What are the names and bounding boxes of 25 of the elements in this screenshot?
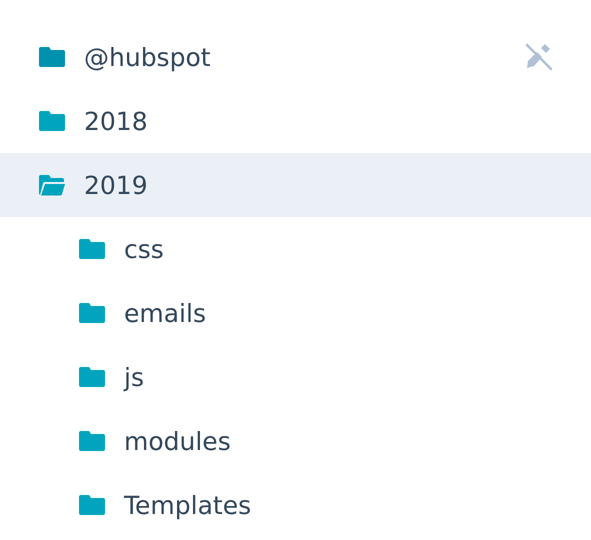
folder-icon — [78, 302, 106, 324]
folder-row[interactable]: @hubspot — [0, 25, 591, 89]
folder-row[interactable]: css — [0, 217, 591, 281]
folder-icon — [78, 494, 106, 516]
crossed-pencil-icon — [523, 41, 555, 73]
folder-row[interactable]: modules — [0, 409, 591, 473]
folder-name: css — [124, 234, 165, 264]
folder-row[interactable]: js — [0, 345, 591, 409]
folder-name: emails — [124, 298, 207, 328]
folder-name: @hubspot — [84, 42, 212, 72]
folder-icon — [78, 430, 106, 452]
folder-row[interactable]: Templates — [0, 473, 591, 537]
folder-row[interactable]: emails — [0, 281, 591, 345]
folder-row[interactable]: 2018 — [0, 89, 591, 153]
folder-name: 2018 — [84, 106, 149, 136]
folder-icon — [38, 46, 66, 68]
folder-name: js — [124, 362, 145, 392]
folder-icon — [78, 366, 106, 388]
open-folder-icon — [38, 174, 66, 196]
folder-name: 2019 — [84, 170, 149, 200]
folder-icon — [78, 238, 106, 260]
folder-name: Templates — [124, 490, 252, 520]
folder-name: modules — [124, 426, 232, 456]
folder-row[interactable]: 2019 — [0, 153, 591, 217]
folder-icon — [38, 110, 66, 132]
